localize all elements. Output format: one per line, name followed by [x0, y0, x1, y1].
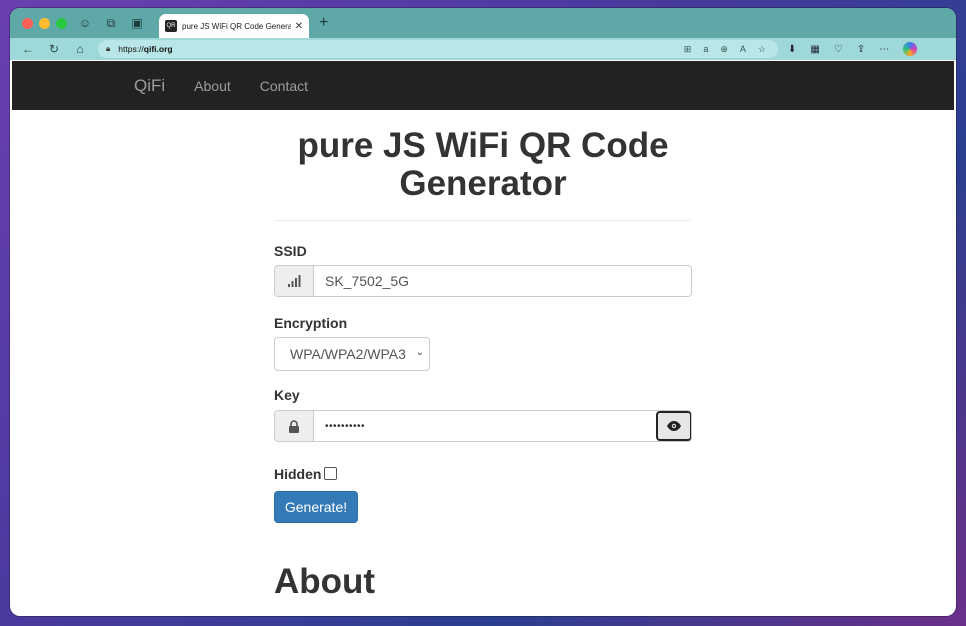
refresh-icon[interactable]: ↻	[46, 42, 62, 56]
about-heading: About	[274, 562, 376, 601]
key-input-group: ••••••••••	[274, 410, 692, 442]
new-tab-icon[interactable]: +	[319, 14, 328, 32]
ssid-input[interactable]: SK_7502_5G	[314, 266, 691, 296]
more-icon[interactable]: ⋯	[879, 44, 889, 55]
share-icon[interactable]: ⇪	[857, 44, 865, 55]
signal-icon	[275, 266, 314, 296]
key-label: Key	[274, 387, 300, 403]
collections-icon[interactable]: ▦	[810, 44, 819, 55]
hidden-label: Hidden	[274, 466, 322, 482]
tab-favicon-icon: QR	[165, 20, 177, 32]
url-bar-actions: ⊞ a ⊕ A ☆	[684, 44, 766, 55]
chevron-down-icon: ⌄	[415, 347, 424, 358]
encryption-label: Encryption	[274, 315, 348, 331]
home-icon[interactable]: ⌂	[72, 42, 88, 56]
reader-icon[interactable]: ⊞	[684, 44, 692, 55]
lock-icon	[275, 411, 314, 441]
nav-link-contact[interactable]: Contact	[260, 78, 308, 94]
extension-icon[interactable]: ⬇	[788, 44, 796, 55]
tab-close-icon[interactable]: ✕	[295, 21, 303, 32]
maximize-window-button[interactable]	[56, 17, 67, 29]
browser-window: ☺ ⧉ ▣ QR pure JS WiFi QR Code Generator …	[10, 8, 956, 616]
window-controls	[22, 17, 67, 29]
page-content: pure JS WiFi QR Code Generator SSID SK_7…	[10, 110, 956, 616]
profile-icon[interactable]: ☺	[77, 15, 93, 31]
url-bar[interactable]: 🔒︎ https://qifi.org ⊞ a ⊕ A ☆	[98, 40, 778, 58]
site-navbar: QiFi About Contact	[12, 61, 954, 110]
browser-essentials-icon[interactable]: ♡	[834, 44, 843, 55]
favorite-icon[interactable]: ☆	[758, 44, 766, 55]
tab-active[interactable]: QR pure JS WiFi QR Code Generator ✕	[159, 14, 309, 38]
encryption-select-value: WPA/WPA2/WPA3	[290, 346, 406, 362]
zoom-icon[interactable]: ⊕	[720, 44, 728, 55]
read-aloud-icon[interactable]: A	[740, 44, 746, 55]
key-input[interactable]: ••••••••••	[314, 411, 656, 441]
page-title: pure JS WiFi QR Code Generator	[297, 126, 669, 203]
address-bar-row: ← ↻ ⌂ 🔒︎ https://qifi.org ⊞ a ⊕ A ☆ ⬇ ▦ …	[10, 38, 956, 60]
url-prefix: https://	[118, 44, 144, 54]
tab-bar: ☺ ⧉ ▣ QR pure JS WiFi QR Code Generator …	[10, 8, 956, 38]
eye-icon	[667, 421, 681, 431]
lock-icon[interactable]: 🔒︎	[106, 44, 110, 54]
back-icon[interactable]: ←	[20, 42, 36, 56]
url-domain: qifi.org	[143, 44, 173, 54]
tab-title: pure JS WiFi QR Code Generator	[182, 21, 291, 31]
generate-button[interactable]: Generate!	[274, 491, 358, 523]
hidden-checkbox[interactable]	[324, 467, 338, 480]
show-key-button[interactable]	[656, 411, 691, 441]
brand-link[interactable]: QiFi	[134, 76, 165, 96]
divider	[274, 220, 692, 221]
hidden-row: Hidden	[274, 466, 338, 482]
minimize-window-button[interactable]	[39, 17, 50, 29]
workspaces-icon[interactable]: ⧉	[103, 15, 119, 31]
close-window-button[interactable]	[22, 17, 33, 29]
copilot-icon[interactable]	[903, 42, 918, 56]
nav-link-about[interactable]: About	[194, 78, 231, 94]
ssid-label: SSID	[274, 243, 307, 259]
encryption-select[interactable]: WPA/WPA2/WPA3 ⌄	[274, 337, 430, 371]
toolbar-icons: ⬇ ▦ ♡ ⇪ ⋯	[788, 42, 918, 56]
tab-actions-icon[interactable]: ▣	[129, 15, 145, 31]
ssid-input-group: SK_7502_5G	[274, 265, 692, 297]
translate-icon[interactable]: a	[703, 44, 708, 55]
